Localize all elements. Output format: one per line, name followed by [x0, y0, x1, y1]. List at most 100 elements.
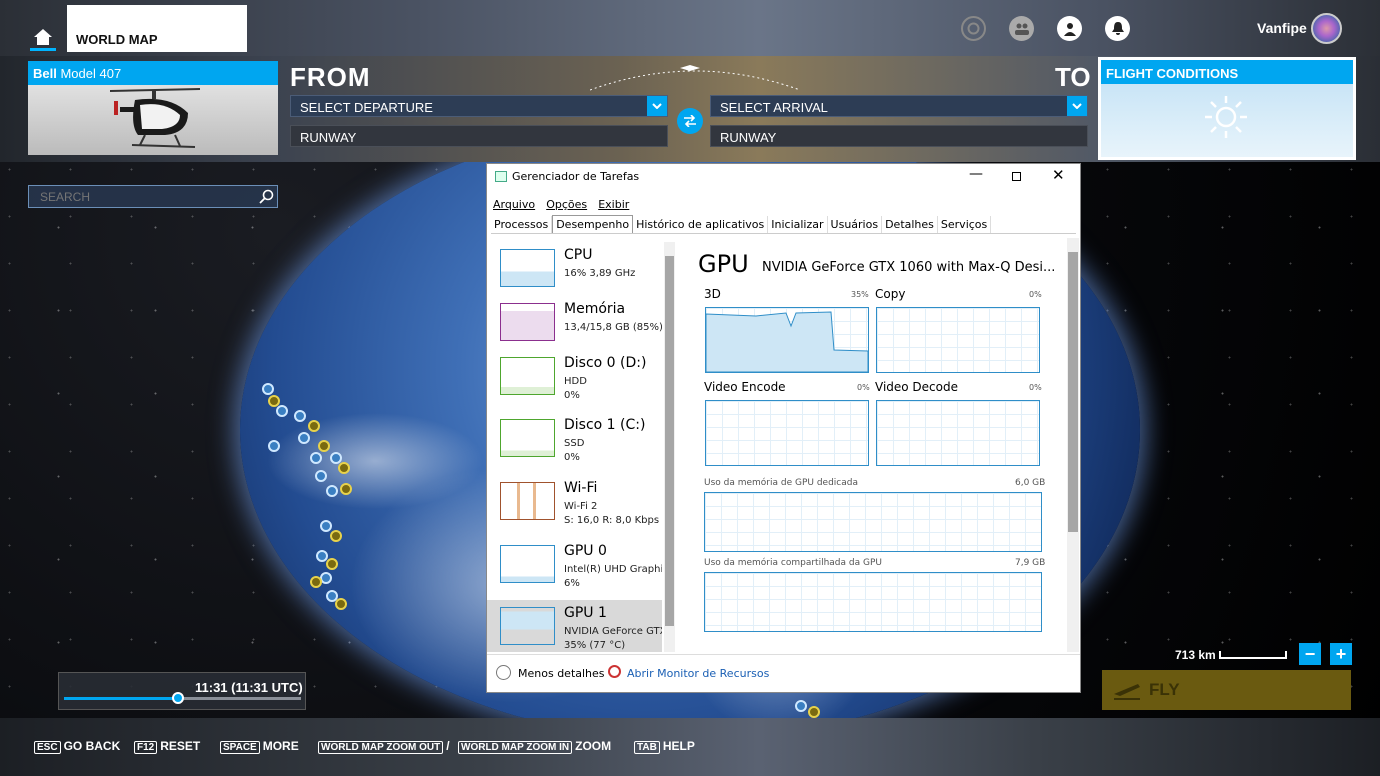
airport-marker-icon[interactable] [340, 483, 352, 495]
engine-copy-label[interactable]: Copy [875, 287, 905, 301]
airport-marker-icon[interactable] [326, 485, 338, 497]
airport-marker-icon[interactable] [335, 598, 347, 610]
arrival-select[interactable]: SELECT ARRIVAL [710, 95, 1088, 117]
engine-encode-label[interactable]: Video Encode [704, 380, 786, 394]
airport-marker-icon[interactable] [276, 405, 288, 417]
scale-bar [1218, 651, 1287, 659]
sidebar-item-disco1[interactable]: Disco 1 (C:) SSD 0% [487, 412, 662, 474]
time-slider-handle[interactable] [171, 692, 184, 704]
airport-marker-icon[interactable] [310, 452, 322, 464]
airport-marker-icon[interactable] [338, 462, 350, 474]
menu-opcoes[interactable]: Opções [546, 198, 587, 211]
tab-usuarios[interactable]: Usuários [828, 216, 883, 233]
airport-marker-icon[interactable] [320, 520, 332, 532]
tab-historico[interactable]: Histórico de aplicativos [633, 216, 769, 233]
airport-marker-icon[interactable] [330, 530, 342, 542]
menu-exibir[interactable]: Exibir [598, 198, 629, 211]
airport-marker-icon[interactable] [298, 432, 310, 444]
panel-scrollbar[interactable] [1067, 238, 1079, 652]
menu-arquivo[interactable]: Arquivo [493, 198, 535, 211]
memory-sparkline [500, 303, 555, 341]
collapse-icon[interactable] [496, 665, 511, 680]
sidebar-item-gpu1[interactable]: GPU 1 NVIDIA GeForce GTX 35% (77 °C) [487, 600, 662, 652]
flight-conditions-title: FLIGHT CONDITIONS [1101, 60, 1353, 84]
chevron-down-icon[interactable] [647, 96, 667, 116]
airport-marker-icon[interactable] [268, 440, 280, 452]
notifications-icon[interactable] [1105, 16, 1130, 41]
zoom-in-button[interactable]: + [1330, 643, 1352, 665]
panel-scroll-thumb[interactable] [1068, 252, 1078, 532]
airport-marker-icon[interactable] [310, 576, 322, 588]
hint-reset[interactable]: F12 RESET [134, 739, 200, 754]
chevron-down-icon[interactable] [1067, 96, 1087, 116]
airport-marker-icon[interactable] [318, 440, 330, 452]
sidebar-item-cpu[interactable]: CPU 16% 3,89 GHz [487, 242, 662, 304]
hint-more[interactable]: SPACE MORE [220, 739, 299, 754]
hint-label: / [446, 739, 450, 753]
sidebar-item-usage: 35% (77 °C) [564, 640, 626, 651]
airport-marker-icon[interactable] [308, 420, 320, 432]
search-input[interactable] [28, 185, 278, 208]
sidebar-item-label: GPU 0 [564, 543, 607, 559]
hint-label: HELP [662, 739, 695, 753]
zoom-out-button[interactable]: − [1299, 643, 1321, 665]
sidebar-scroll-thumb[interactable] [665, 256, 674, 626]
swap-route-button[interactable] [677, 108, 703, 134]
engine-decode-label[interactable]: Video Decode [875, 380, 958, 394]
sidebar-item-disco0[interactable]: Disco 0 (D:) HDD 0% [487, 350, 662, 412]
shared-memory-graph [704, 572, 1042, 632]
sidebar-item-wifi[interactable]: Wi-Fi Wi-Fi 2 S: 16,0 R: 8,0 Kbps [487, 475, 662, 537]
hint-zoom-in[interactable]: WORLD MAP ZOOM IN ZOOM [458, 739, 611, 754]
sidebar-item-gpu0[interactable]: GPU 0 Intel(R) UHD Graphics 6% [487, 538, 662, 600]
wifi-sparkline [500, 482, 555, 520]
sidebar-item-detail: 16% 3,89 GHz [564, 268, 636, 279]
aircraft-model: Model 407 [60, 66, 122, 81]
profile-icon[interactable] [1057, 16, 1082, 41]
search-icon[interactable] [259, 189, 274, 204]
tab-servicos[interactable]: Serviços [938, 216, 992, 233]
sidebar-scrollbar[interactable] [664, 242, 675, 652]
engine-3d-label[interactable]: 3D [704, 287, 721, 301]
tab-inicializar[interactable]: Inicializar [768, 216, 828, 233]
home-button[interactable] [30, 25, 56, 51]
task-manager-window[interactable]: Gerenciador de Tarefas — ✕ Arquivo Opçõe… [486, 163, 1081, 693]
resource-monitor-link[interactable]: Abrir Monitor de Recursos [627, 667, 769, 680]
hint-go-back[interactable]: ESC GO BACK [34, 739, 120, 754]
to-label: TO [1055, 62, 1091, 92]
hint-label: ZOOM [575, 739, 612, 753]
sidebar-item-memoria[interactable]: Memória 13,4/15,8 GB (85%) [487, 296, 662, 358]
airport-marker-icon[interactable] [795, 700, 807, 712]
tab-world-map[interactable]: WORLD MAP [67, 5, 247, 52]
maximize-button[interactable] [1012, 172, 1021, 181]
hint-key: SPACE [220, 741, 260, 754]
resource-monitor-icon [608, 665, 621, 678]
airport-marker-icon[interactable] [326, 558, 338, 570]
arrival-runway-field[interactable]: RUNWAY [710, 125, 1088, 147]
minimize-button[interactable]: — [969, 166, 983, 182]
engine-encode-pct: 0% [857, 383, 870, 392]
engine-3d-pct: 35% [851, 290, 869, 299]
friends-icon[interactable] [1009, 16, 1034, 41]
airport-marker-icon[interactable] [294, 410, 306, 422]
avatar[interactable] [1311, 13, 1342, 44]
departure-select[interactable]: SELECT DEPARTURE [290, 95, 668, 117]
departure-runway-field[interactable]: RUNWAY [290, 125, 668, 147]
hint-help[interactable]: TAB HELP [634, 739, 695, 754]
less-details-link[interactable]: Menos detalhes [518, 667, 605, 680]
hint-key: ESC [34, 741, 61, 754]
time-display: 11:31 (11:31 UTC) [195, 680, 303, 695]
tab-processos[interactable]: Processos [491, 216, 553, 233]
airport-marker-icon[interactable] [808, 706, 820, 718]
shared-memory-value: 7,9 GB [1015, 558, 1046, 568]
achievements-icon[interactable] [961, 16, 986, 41]
hint-key: WORLD MAP ZOOM IN [458, 741, 573, 754]
hint-zoom-out[interactable]: WORLD MAP ZOOM OUT / [318, 739, 450, 754]
tab-detalhes[interactable]: Detalhes [882, 216, 938, 233]
perf-sidebar: CPU 16% 3,89 GHz Memória 13,4/15,8 GB (8… [487, 242, 677, 652]
airport-marker-icon[interactable] [262, 383, 274, 395]
close-button[interactable]: ✕ [1052, 166, 1065, 184]
sidebar-item-usage: S: 16,0 R: 8,0 Kbps [564, 515, 660, 526]
tab-desempenho[interactable]: Desempenho [552, 215, 634, 233]
airport-marker-icon[interactable] [315, 470, 327, 482]
helicopter-image [110, 88, 200, 148]
